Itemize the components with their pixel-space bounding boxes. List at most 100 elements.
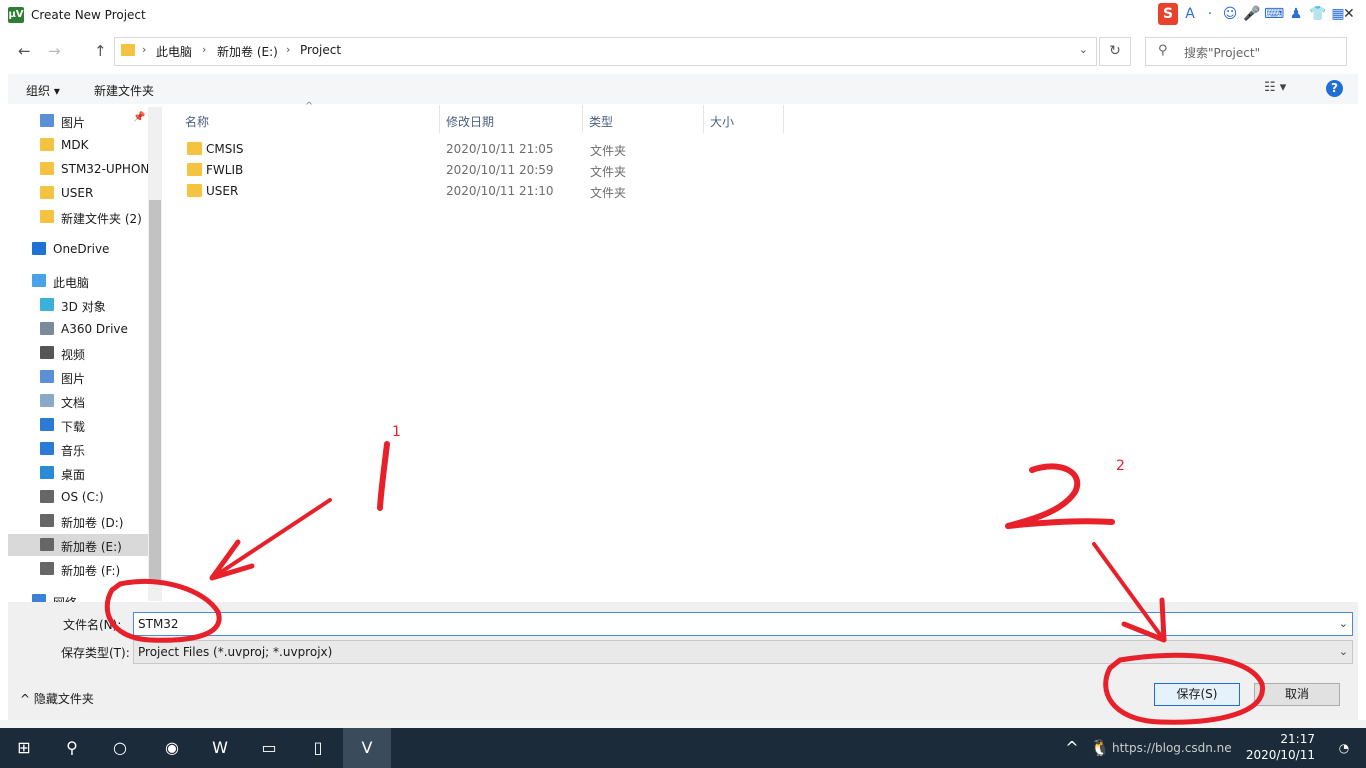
filename-input[interactable]: STM32 ⌄ [133,612,1353,636]
view-options-icon[interactable]: ☷ ▾ [1264,80,1286,95]
chevron-down-icon[interactable]: ⌄ [1339,617,1348,630]
sidebar-item[interactable]: 文档 [8,390,148,412]
column-name[interactable]: 名称 [185,113,209,130]
annotation-label-2: 2 [1116,458,1125,474]
chrome-icon[interactable]: ◉ [148,728,196,768]
file-date: 2020/10/11 20:59 [446,163,554,177]
window-title: Create New Project [31,8,146,22]
sidebar-item[interactable]: 音乐 [8,438,148,460]
windows-start-icon[interactable]: ⊞ [0,728,48,768]
keil-taskbar-icon[interactable]: V [343,728,391,768]
sidebar-item[interactable]: 图片 [8,110,148,132]
up-arrow-icon[interactable]: ↑ [94,42,107,60]
taskbar-clock[interactable]: 21:17 2020/10/11 [1245,731,1315,763]
filetype-label: 保存类型(T): [61,646,130,660]
breadcrumb-project[interactable]: Project [300,43,341,57]
ime-skin-icon[interactable]: 👕 [1308,3,1328,25]
sidebar-item-label: 视频 [61,348,86,362]
save-button[interactable]: 保存(S) [1154,683,1240,706]
chevron-down-icon[interactable]: ⌄ [1339,645,1348,658]
column-type[interactable]: 类型 [589,113,613,130]
column-divider[interactable] [783,105,784,133]
organize-button[interactable]: 组织 ▾ [26,82,60,99]
sidebar-item[interactable]: 视频 [8,342,148,364]
column-divider[interactable] [703,105,704,133]
sidebar-item[interactable]: 新加卷 (E:) [8,534,148,556]
sidebar-item[interactable]: MDK [8,134,148,156]
ime-toolbar[interactable]: S A · ☺ 🎤 ⌨ ♟ 👕 ▦ [1158,3,1348,27]
file-row[interactable]: CMSIS 2020/10/11 21:05 文件夹 [165,139,785,160]
help-icon[interactable]: ? [1326,80,1343,97]
sidebar-item[interactable]: 网络 [8,590,148,602]
search-icon[interactable]: ⚲ [48,728,96,768]
hide-folders-toggle[interactable]: ^ 隐藏文件夹 [20,690,94,707]
column-size[interactable]: 大小 [710,113,734,130]
ime-emoji-icon[interactable]: ☺ [1220,3,1240,25]
search-placeholder: 搜索"Project" [1184,46,1261,60]
chevron-right-icon[interactable]: › [202,43,206,56]
task-view-icon[interactable]: ○ [96,728,144,768]
word-icon[interactable]: W [196,728,244,768]
sidebar-item-label: 此电脑 [53,276,90,290]
sidebar-item[interactable]: STM32-UPHON [8,158,149,180]
sidebar-item[interactable]: 桌面 [8,462,148,484]
breadcrumb-this-pc[interactable]: 此电脑 [156,43,192,60]
sidebar-item[interactable]: USER [8,182,148,204]
sidebar-item-label: USER [61,186,94,200]
close-icon[interactable]: ✕ [1343,6,1355,22]
breadcrumb-drive-e[interactable]: 新加卷 (E:) [217,43,278,60]
sidebar-item-label: 图片 [61,116,86,130]
pictures-icon [40,370,54,383]
folder-icon [187,163,202,176]
sidebar-item[interactable]: 此电脑 [8,270,148,292]
computer-icon [32,274,46,287]
ime-voice-icon[interactable]: 🎤 [1242,3,1262,25]
cancel-button[interactable]: 取消 [1254,683,1340,706]
sidebar-item[interactable]: OneDrive [8,238,148,260]
chevron-right-icon[interactable]: › [286,43,290,56]
file-row[interactable]: USER 2020/10/11 21:10 文件夹 [165,181,785,202]
column-date[interactable]: 修改日期 [446,113,494,130]
sidebar-item[interactable]: 图片 [8,366,148,388]
notification-icon[interactable]: ◔ [1332,728,1356,768]
sidebar-item[interactable]: 新建文件夹 (2) [8,206,148,228]
filetype-select[interactable]: Project Files (*.uvproj; *.uvprojx) ⌄ [133,640,1353,664]
file-type: 文件夹 [590,144,627,158]
phone-link-icon[interactable]: ▯ [294,728,342,768]
sidebar-item[interactable]: 3D 对象 [8,294,148,316]
column-divider[interactable] [439,105,440,133]
nav-scroll-thumb[interactable] [149,200,161,580]
onedrive-icon [32,242,46,255]
sogou-icon[interactable]: S [1158,3,1178,25]
sidebar-item-label: 新加卷 (E:) [61,540,122,554]
column-divider[interactable] [582,105,583,133]
refresh-icon[interactable]: ↻ [1099,37,1131,66]
ime-user-icon[interactable]: ♟ [1286,3,1306,25]
chevron-up-icon[interactable]: ^ [1062,728,1082,768]
address-bar[interactable]: › 此电脑 › 新加卷 (E:) › Project ⌄ [114,37,1097,66]
annotation-arrowhead-1 [209,539,255,581]
file-explorer-icon[interactable]: ▭ [245,728,293,768]
sidebar-item[interactable]: OS (C:) [8,486,148,508]
sidebar-item[interactable]: A360 Drive [8,318,148,340]
search-input[interactable]: ⚲ 搜索"Project" [1145,37,1347,66]
sidebar-item[interactable]: 下载 [8,414,148,436]
file-row[interactable]: FWLIB 2020/10/11 20:59 文件夹 [165,160,785,181]
sidebar-item-label: OS (C:) [61,490,104,504]
back-arrow-icon[interactable]: ← [18,42,31,60]
ime-lang-icon[interactable]: A [1180,3,1200,25]
pin-icon[interactable]: 📌 [133,112,145,123]
filename-value: STM32 [138,617,179,631]
taskbar: ⊞ ⚲ ○ ◉ W ▭ ▯ V ^ 🐧 https://blog.csdn.ne… [0,728,1366,768]
sidebar-item[interactable]: 新加卷 (F:) [8,558,148,580]
chevron-down-icon[interactable]: ⌄ [1079,43,1088,56]
sidebar-item[interactable]: 新加卷 (D:) [8,510,148,532]
new-folder-button[interactable]: 新建文件夹 [94,82,154,99]
forward-arrow-icon[interactable]: → [48,42,61,60]
ime-keyboard-icon[interactable]: ⌨ [1264,3,1284,25]
file-type: 文件夹 [590,186,627,200]
ime-punct-icon[interactable]: · [1200,3,1220,25]
sidebar-item-label: 音乐 [61,444,86,458]
qq-icon[interactable]: 🐧 [1088,728,1112,768]
chevron-right-icon[interactable]: › [142,43,146,56]
